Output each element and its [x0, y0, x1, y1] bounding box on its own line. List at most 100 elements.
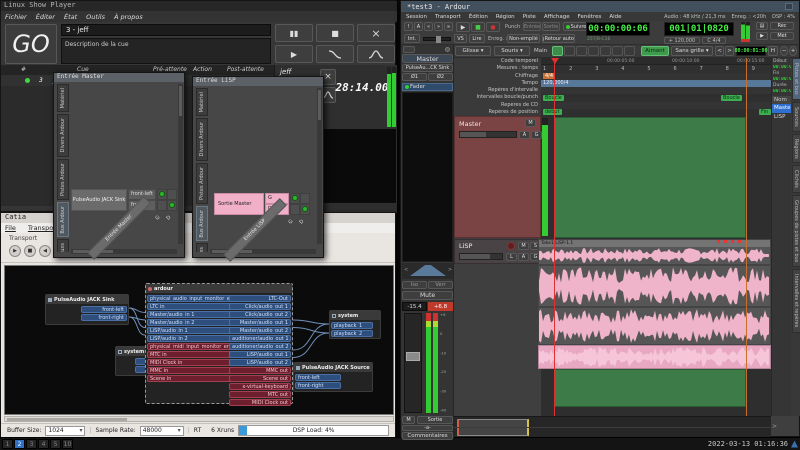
play-button[interactable]: ▶ — [456, 22, 470, 32]
audio-port[interactable]: auditioner/audio_out 2 — [229, 343, 291, 350]
location-marker-ruler[interactable]: début Fin — [541, 109, 771, 116]
midi-panic-button[interactable]: ! — [404, 22, 413, 31]
ruler-label[interactable]: Code temporel — [454, 58, 541, 65]
primary-clock[interactable]: 00:00:00:06 — [586, 22, 650, 36]
tempo-ruler[interactable]: 120,000/4 — [541, 80, 771, 87]
grid-select[interactable]: Sans grille ▾ — [671, 46, 713, 56]
catia-stop-button[interactable]: ■ — [24, 245, 36, 257]
strip-menu-button[interactable] — [403, 46, 415, 53]
matrix-tab[interactable]: Divers Ardour — [57, 114, 69, 156]
fade-in-out-button[interactable] — [357, 45, 395, 63]
catia-menu-item[interactable]: File — [5, 224, 16, 232]
audio-port[interactable]: front-right — [295, 382, 341, 389]
start-value[interactable]: 00:00:00:00 — [773, 65, 791, 70]
midi-port[interactable]: Scene in — [147, 375, 235, 382]
track-name[interactable]: Master — [459, 120, 481, 128]
audition-tool-button[interactable] — [600, 46, 611, 56]
route-list-item[interactable]: LiSP — [772, 113, 792, 122]
audio-port[interactable]: playback_2 — [331, 330, 373, 337]
recorder-page-button[interactable]: Réc — [770, 22, 794, 30]
group-button[interactable]: G — [531, 131, 542, 139]
audio-port[interactable]: front-right — [81, 314, 127, 321]
audio-port[interactable]: LiSP/audio_out 2 — [229, 359, 291, 366]
track-gain-slider[interactable] — [459, 253, 503, 260]
meter-ruler[interactable]: 4/4 — [541, 73, 771, 80]
play-button[interactable]: ▶ — [275, 45, 313, 63]
audio-port[interactable]: LTC in — [147, 303, 235, 310]
nudge-back-button[interactable]: < — [715, 46, 724, 56]
connection-dot[interactable] — [159, 191, 165, 197]
matrix-lisp-titlebar[interactable]: Entrée LiSP — [193, 77, 323, 86]
audio-port[interactable]: LiSP/audio_out 1 — [229, 351, 291, 358]
mute-button[interactable]: M — [518, 242, 529, 250]
lsp-titlebar[interactable]: Linux Show Player — [1, 1, 397, 11]
connection-dot[interactable] — [292, 195, 298, 201]
midi-port[interactable]: MIDI Clock out — [229, 399, 291, 406]
processor-box[interactable] — [402, 92, 453, 262]
node-pulseaudio-source[interactable]: PulseAudio JACK Source front-leftfront-r… — [293, 362, 373, 392]
phase-invert-1-button[interactable]: Ø1 — [402, 73, 427, 81]
midi-port[interactable]: MMC in — [147, 367, 235, 374]
matrix-cell[interactable] — [300, 193, 310, 204]
ruler-label[interactable]: Repères de CD — [454, 102, 541, 109]
audio-port[interactable]: front-left — [295, 374, 341, 381]
side-tab[interactable]: Clichés — [792, 165, 800, 193]
automation-button[interactable]: A — [518, 253, 529, 261]
loop-marker[interactable]: Boucle — [721, 95, 742, 101]
ruler-label[interactable]: Intervalles boucle/punch — [454, 94, 541, 101]
record-button[interactable]: ● — [486, 22, 500, 32]
lisp-region-take[interactable]: Take1 LiSP-1.1 — [538, 239, 771, 265]
matrix-tab[interactable]: Bus Ardour — [57, 202, 69, 238]
workspace-button[interactable]: 3 — [26, 439, 37, 449]
comments-button[interactable]: Commentaires — [402, 432, 453, 440]
ruler-label[interactable]: Chiffrage — [454, 73, 541, 80]
nudge-clock[interactable]: 00:00:01:00 — [736, 46, 766, 56]
tempo-chip[interactable]: 120,000/4 — [543, 80, 569, 86]
strip-m-button[interactable]: M — [402, 416, 415, 424]
workspace-button[interactable]: 1 — [2, 439, 13, 449]
lsp-menu-item[interactable]: Outils — [86, 13, 105, 21]
lisp-region-layer3[interactable] — [538, 307, 771, 345]
taskbar-clock[interactable]: 2022-03-13 01:16:36 — [708, 440, 788, 448]
matrix-tab[interactable]: Divers Ardour — [196, 118, 208, 160]
workspace-button[interactable]: 5 — [50, 439, 61, 449]
snap-toggle[interactable]: Aimant — [641, 46, 669, 56]
end-marker[interactable]: Fin — [759, 109, 771, 115]
zoom-fit-button[interactable]: H — [768, 46, 778, 56]
network-icon[interactable] — [791, 441, 798, 448]
matrix-tab[interactable]: Pistes Ardour — [57, 159, 69, 200]
workspace-button[interactable]: 4 — [38, 439, 49, 449]
ardour-menu-item[interactable]: Région — [496, 14, 515, 20]
ruler-label[interactable]: Repères de position — [454, 109, 541, 116]
automation-button[interactable]: A — [519, 131, 530, 139]
node-system-playback[interactable]: system playback_1playback_2 — [329, 310, 381, 339]
zoom-in-button[interactable]: + — [789, 46, 797, 56]
narrow-button[interactable]: -a- — [402, 425, 453, 431]
strip-meter-point[interactable] — [445, 47, 450, 52]
master-track-header[interactable]: Master M A G — [454, 116, 541, 238]
ardour-menu-item[interactable]: Transport — [435, 14, 461, 20]
interrupt-button[interactable]: × — [357, 24, 395, 42]
feedback-button[interactable]: ▶ — [756, 32, 768, 40]
ardour-menu-item[interactable]: Aide — [609, 14, 621, 20]
fader-processor[interactable]: Fader — [402, 83, 453, 91]
peak-display[interactable]: +6.8 — [428, 302, 453, 311]
cut-tool-button[interactable] — [576, 46, 587, 56]
midi-port[interactable]: physical_midi_input_monitor_enable — [147, 343, 235, 350]
ardour-menu-item[interactable]: Piste — [523, 14, 536, 20]
matrix-master-vscrollbar[interactable] — [178, 84, 183, 244]
audio-port[interactable]: LTC-Out — [229, 295, 291, 302]
lsp-menu-item[interactable]: À propos — [114, 13, 143, 21]
zoom-out-button[interactable]: − — [780, 46, 788, 56]
track-name[interactable]: LiSP — [459, 242, 472, 250]
varispeed-button[interactable]: VS — [454, 34, 467, 43]
phase-invert-2-button[interactable]: Ø2 — [428, 73, 453, 81]
green-region-lower[interactable] — [554, 369, 746, 407]
midi-port[interactable]: Scene out — [229, 375, 291, 382]
record-mode-button[interactable]: Non-empilé — [507, 34, 540, 43]
lsp-menu-item[interactable]: État — [64, 13, 77, 21]
audio-port[interactable]: physical_audio_input_monitor_enable — [147, 295, 235, 302]
ardour-menu-item[interactable]: Fenêtres — [578, 14, 602, 20]
cue-name-field[interactable]: 3 - jeff — [61, 24, 271, 36]
stretch-tool-button[interactable] — [588, 46, 599, 56]
